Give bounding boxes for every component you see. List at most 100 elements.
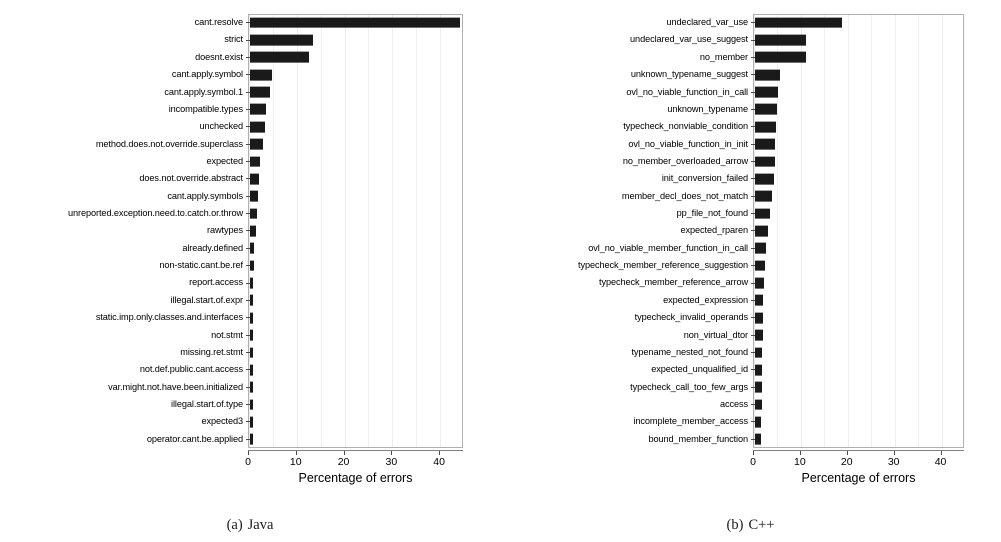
bar-cell <box>755 136 1001 153</box>
subcaption-java: (a) Java <box>0 517 500 534</box>
bar-cell <box>755 396 1001 413</box>
subcaption-label-java: (a) <box>226 517 243 533</box>
bar-cell <box>755 413 1001 430</box>
bar-row: missing.ret.stmt <box>0 344 500 361</box>
x-axis-tick-label: 10 <box>794 456 806 468</box>
bar-row: undeclared_var_use <box>500 14 1001 31</box>
y-axis-tick-label: expected <box>206 155 244 166</box>
bar-cell <box>250 379 500 396</box>
bar-cell <box>250 83 500 100</box>
panel-java: cant.resolve strict doesnt.exist cant.apply… <box>0 0 500 542</box>
bar-row: static.imp.only.classes.and.interfaces <box>0 309 500 326</box>
bar-cell <box>755 240 1001 257</box>
y-axis-tick-label: typecheck_nonviable_condition <box>623 121 748 132</box>
y-axis-tick-label: non-static.cant.be.ref <box>159 260 243 271</box>
subcaption-cpp: (b) C++ <box>500 517 1001 534</box>
bar-row: illegal.start.of.type <box>0 396 500 413</box>
bar <box>755 173 774 185</box>
x-axis-tick <box>893 451 895 455</box>
bar-row: ovl_no_viable_function_in_call <box>500 83 1001 100</box>
bar-row: cant.apply.symbol.1 <box>0 83 500 100</box>
bar-row: cant.apply.symbols <box>0 188 500 205</box>
y-axis-tick-label: already.defined <box>182 242 243 253</box>
bar <box>755 329 763 341</box>
bar-row: already.defined <box>0 240 500 257</box>
y-axis-tick-label: no_member_overloaded_arrow <box>622 155 748 166</box>
bar <box>755 416 762 428</box>
y-axis-tick-label: not.stmt <box>211 329 243 340</box>
bar <box>250 312 253 324</box>
bar-row: typecheck_member_reference_suggestion <box>500 257 1001 274</box>
x-axis-tick-label: 40 <box>433 456 445 468</box>
panel-cpp: undeclared_var_use undeclared_var_use_sug… <box>500 0 1001 542</box>
bar-row: expected3 <box>0 413 500 430</box>
bar <box>250 52 309 63</box>
bar-row: non-static.cant.be.ref <box>0 257 500 274</box>
y-axis-tick-label: typecheck_member_reference_arrow <box>599 277 748 288</box>
bar-cell <box>755 344 1001 361</box>
bar-rows-cpp: undeclared_var_use undeclared_var_use_sug… <box>500 14 1001 448</box>
bar-row: undeclared_var_use_suggest <box>500 31 1001 48</box>
bar <box>755 242 767 254</box>
x-axis-tick-label: 0 <box>750 456 756 468</box>
bar <box>755 312 763 324</box>
bar <box>755 433 762 445</box>
y-axis-tick-label: typecheck_call_too_few_args <box>630 381 748 392</box>
bar-row: access <box>500 396 1001 413</box>
bar <box>250 260 254 272</box>
y-axis-tick-label: access <box>720 398 748 409</box>
x-axis-tick <box>343 451 345 455</box>
bar-row: operator.cant.be.applied <box>0 431 500 448</box>
bar <box>250 34 314 46</box>
y-axis-tick-label: unknown_typename <box>667 103 748 114</box>
x-axis-tick <box>248 451 249 455</box>
x-axis-tick-label: 0 <box>245 456 251 468</box>
bar-cell <box>250 292 500 309</box>
x-axis-tick-label: 30 <box>385 456 398 468</box>
y-axis-tick-label: var.might.not.have.been.initialized <box>108 381 243 392</box>
x-axis-title: Percentage of errors <box>298 471 413 485</box>
bar-cell <box>250 222 500 239</box>
bar-cell <box>755 66 1001 83</box>
x-axis-line <box>248 450 463 451</box>
bar <box>250 295 254 306</box>
bar-cell <box>250 170 500 187</box>
bar <box>250 329 253 341</box>
bar-cell <box>755 14 1001 31</box>
y-axis-tick-label: ovl_no_viable_member_function_in_call <box>588 242 748 253</box>
bar-cell <box>250 309 500 326</box>
bar-cell <box>755 188 1001 205</box>
bar <box>755 34 807 46</box>
bar <box>755 364 763 376</box>
y-axis-tick-label: cant.apply.symbol <box>171 69 243 80</box>
bar-row: unreported.exception.need.to.catch.or.th… <box>0 205 500 222</box>
bar-cell <box>250 153 500 170</box>
bar-row: method.does.not.override.superclass <box>0 136 500 153</box>
y-axis-tick-label: incompatible.types <box>168 103 243 114</box>
bar <box>250 225 256 237</box>
y-axis-tick-label: cant.apply.symbols <box>167 190 243 201</box>
bar-cell <box>755 205 1001 222</box>
bar-cell <box>755 170 1001 187</box>
subcaption-text-java: Java <box>247 517 274 533</box>
y-axis-tick-label: illegal.start.of.expr <box>170 294 244 305</box>
bar-cell <box>755 431 1001 448</box>
y-axis-tick-label: unchecked <box>199 121 243 132</box>
bar-cell <box>250 188 500 205</box>
y-axis-tick-label: expected3 <box>201 416 244 427</box>
bar-row: doesnt.exist <box>0 49 500 66</box>
bar <box>250 104 267 115</box>
bar-cell <box>755 361 1001 378</box>
bar-row: non_virtual_dtor <box>500 326 1001 343</box>
bar-cell <box>250 205 500 222</box>
bar <box>755 121 776 133</box>
bar-row: unknown_typename <box>500 101 1001 118</box>
bar-cell <box>250 14 500 31</box>
y-axis-tick-label: expected_expression <box>663 294 748 305</box>
bar-cell <box>755 83 1001 100</box>
y-axis-tick-label: strict <box>224 34 243 45</box>
y-axis-tick-label: member_decl_does_not_match <box>621 190 748 201</box>
x-axis-tick <box>439 451 441 455</box>
bar <box>755 225 769 237</box>
y-axis-tick-label: missing.ret.stmt <box>180 346 243 357</box>
